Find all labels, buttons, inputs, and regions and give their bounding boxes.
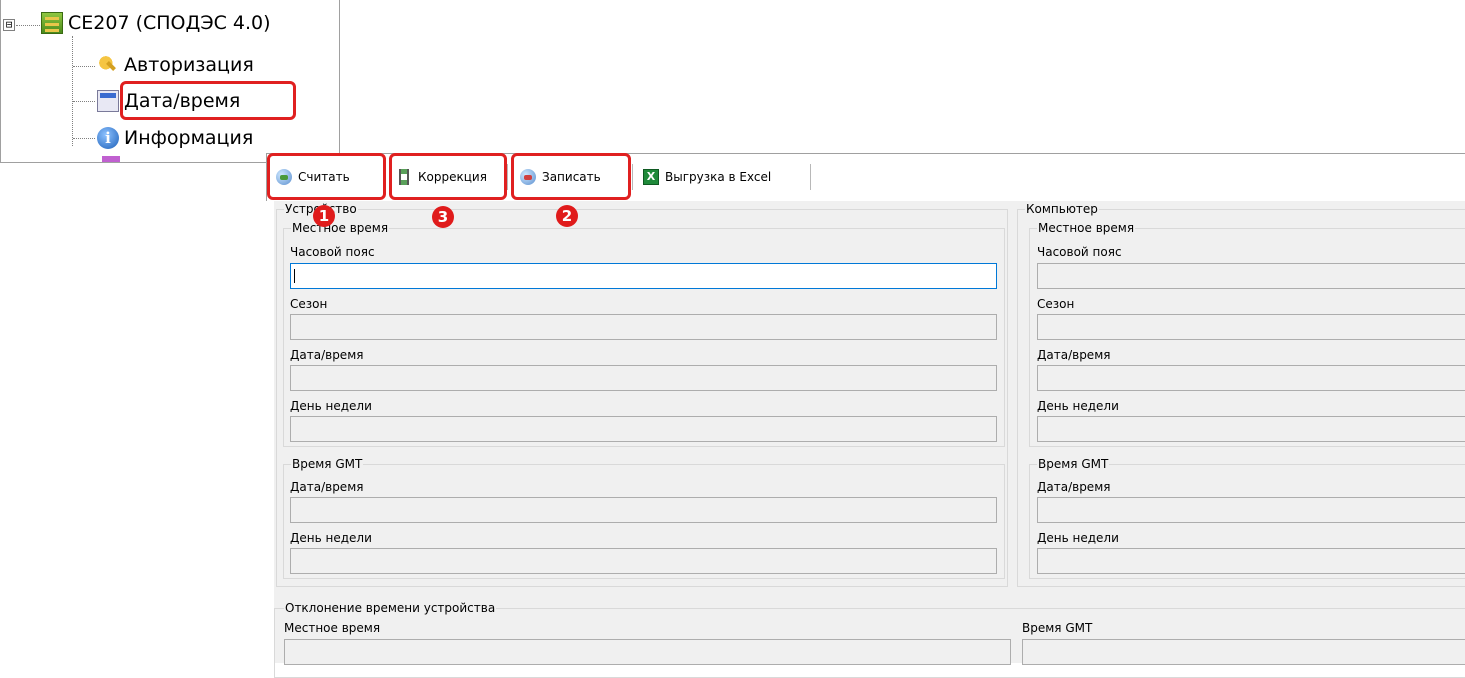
computer-gmt-weekday-label: День недели xyxy=(1037,531,1119,545)
highlight-frame-write xyxy=(511,153,631,200)
device-local-group-title: Местное время xyxy=(291,221,390,235)
computer-timezone-label: Часовой пояс xyxy=(1037,245,1122,259)
step-marker-2: 2 xyxy=(556,205,578,227)
tree-connector xyxy=(73,138,95,139)
computer-gmt-weekday-field[interactable] xyxy=(1037,548,1465,574)
toolbar-separator xyxy=(810,164,811,190)
tree-item-information[interactable]: i Информация xyxy=(97,127,253,149)
computer-gmt-group-title: Время GMT xyxy=(1037,457,1110,471)
step-marker-1: 1 xyxy=(313,205,335,227)
tree-item-label: Авторизация xyxy=(124,54,254,76)
key-icon xyxy=(97,54,119,76)
computer-datetime-label: Дата/время xyxy=(1037,348,1111,362)
computer-season-field[interactable] xyxy=(1037,314,1465,340)
device-gmt-weekday-field[interactable] xyxy=(290,548,997,574)
computer-group-title: Компьютер xyxy=(1025,202,1099,216)
deviation-local-field[interactable] xyxy=(284,639,1011,665)
info-stand-icon xyxy=(102,156,120,162)
computer-weekday-label: День недели xyxy=(1037,399,1119,413)
deviation-gmt-field[interactable] xyxy=(1022,639,1465,665)
device-timezone-label: Часовой пояс xyxy=(290,245,375,259)
tree-item-root[interactable]: СЕ207 (СПОДЭС 4.0) xyxy=(41,12,271,34)
deviation-local-label: Местное время xyxy=(284,621,381,635)
highlight-frame-datetime xyxy=(120,81,296,120)
export-excel-button-label: Выгрузка в Excel xyxy=(665,170,772,184)
info-icon: i xyxy=(97,127,119,149)
device-datetime-field[interactable] xyxy=(290,365,997,391)
device-season-field[interactable] xyxy=(290,314,997,340)
computer-local-group-title: Местное время xyxy=(1037,221,1136,235)
computer-weekday-field[interactable] xyxy=(1037,416,1465,442)
device-season-label: Сезон xyxy=(290,297,328,311)
device-gmt-datetime-label: Дата/время xyxy=(290,480,364,494)
highlight-frame-read xyxy=(267,153,386,200)
device-gmt-weekday-label: День недели xyxy=(290,531,372,545)
tree-connector xyxy=(16,25,40,26)
datetime-panel: Устройство Местное время Часовой пояс Се… xyxy=(274,201,1465,678)
computer-gmt-datetime-field[interactable] xyxy=(1037,497,1465,523)
tree-connector xyxy=(72,36,73,146)
device-gmt-group-title: Время GMT xyxy=(291,457,364,471)
deviation-group-title: Отклонение времени устройства xyxy=(284,601,497,615)
meter-icon xyxy=(41,12,63,34)
export-excel-button[interactable]: X Выгрузка в Excel xyxy=(643,166,771,188)
device-timezone-field[interactable] xyxy=(290,263,997,289)
device-datetime-label: Дата/время xyxy=(290,348,364,362)
device-weekday-label: День недели xyxy=(290,399,372,413)
tree-item-label: СЕ207 (СПОДЭС 4.0) xyxy=(68,12,271,34)
tree-connector xyxy=(73,66,95,67)
computer-datetime-field[interactable] xyxy=(1037,365,1465,391)
calendar-clock-icon xyxy=(97,90,119,112)
tree-connector xyxy=(73,101,95,102)
computer-timezone-field[interactable] xyxy=(1037,263,1465,289)
computer-gmt-datetime-label: Дата/время xyxy=(1037,480,1111,494)
step-marker-3: 3 xyxy=(432,206,454,228)
deviation-gmt-label: Время GMT xyxy=(1022,621,1093,635)
tree-item-label: Информация xyxy=(124,127,254,149)
text-caret xyxy=(294,269,295,283)
toolbar-separator xyxy=(632,164,633,190)
excel-icon: X xyxy=(643,169,659,185)
computer-season-label: Сезон xyxy=(1037,297,1075,311)
tree-item-authorization[interactable]: Авторизация xyxy=(97,54,254,76)
device-weekday-field[interactable] xyxy=(290,416,997,442)
tree-collapse-icon[interactable]: ⊟ xyxy=(3,19,15,31)
toolbar-separator xyxy=(507,164,508,190)
highlight-frame-correct xyxy=(389,153,507,200)
device-gmt-datetime-field[interactable] xyxy=(290,497,997,523)
